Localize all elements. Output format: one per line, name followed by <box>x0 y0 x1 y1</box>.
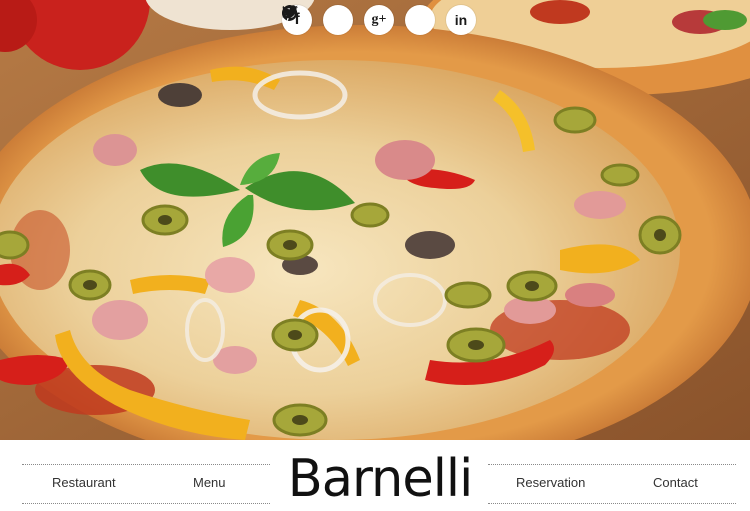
nav-right-group: Reservation Contact <box>488 464 736 504</box>
google-plus-icon[interactable]: g+ <box>364 5 394 35</box>
nav-link-contact[interactable]: Contact <box>653 475 698 490</box>
pinterest-glyph <box>282 5 298 21</box>
social-icons: f g+ in <box>282 5 476 35</box>
nav-left-group: Restaurant Menu <box>22 464 270 504</box>
brand-logo[interactable]: Barnelli <box>284 449 476 509</box>
hero-pizza-image: f g+ in <box>0 0 750 440</box>
nav-link-restaurant[interactable]: Restaurant <box>52 475 116 490</box>
pizza-illustration <box>0 0 750 440</box>
nav-link-reservation[interactable]: Reservation <box>516 475 585 490</box>
linkedin-icon[interactable]: in <box>446 5 476 35</box>
pinterest-icon[interactable] <box>282 5 435 35</box>
nav-link-menu[interactable]: Menu <box>193 475 226 490</box>
twitter-icon[interactable] <box>282 5 353 35</box>
